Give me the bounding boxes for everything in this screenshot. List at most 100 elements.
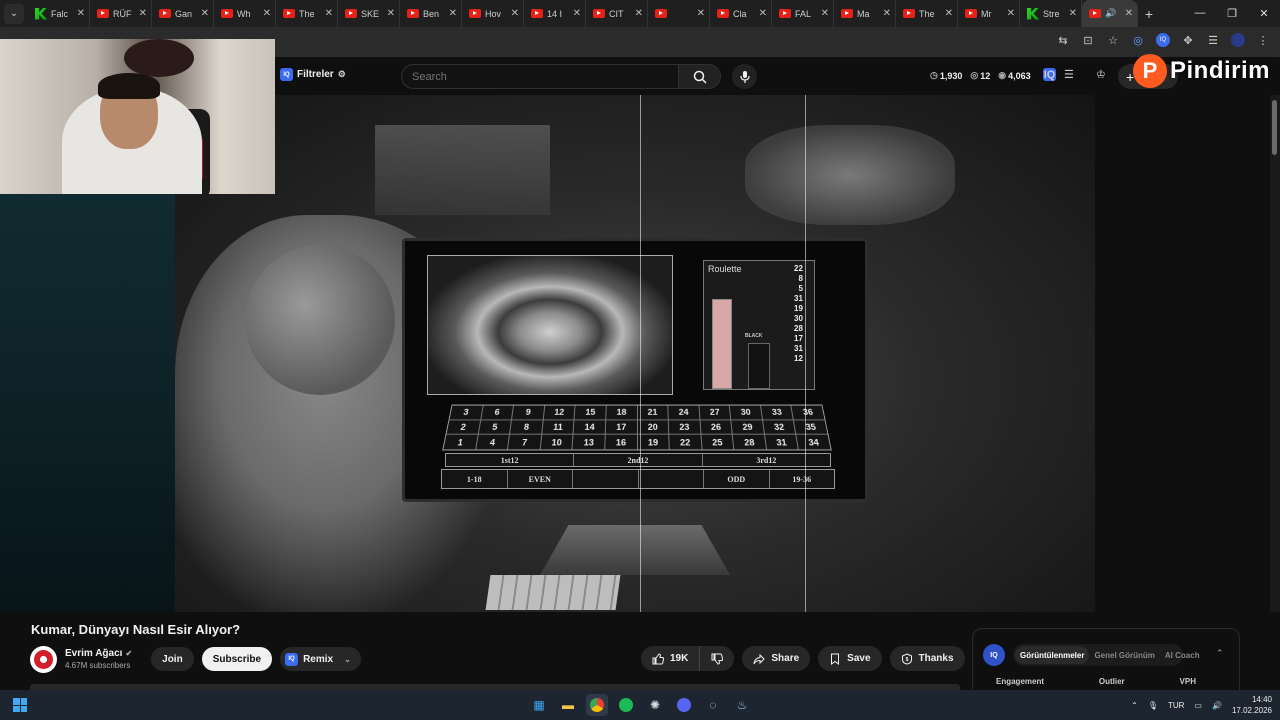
tab-close-icon[interactable]: ✕ xyxy=(201,8,209,19)
youtube-icon xyxy=(593,9,605,18)
tab-overview[interactable]: Genel Görünüm xyxy=(1089,651,1159,660)
translate-icon[interactable]: ⇆ xyxy=(1056,33,1070,47)
browser-tab[interactable]: Gan ✕ xyxy=(152,0,214,27)
browser-tab[interactable]: SKE ✕ xyxy=(338,0,400,27)
browser-tab[interactable]: Stre ✕ xyxy=(1020,0,1082,27)
subscribe-button[interactable]: Subscribe xyxy=(201,647,273,671)
microphone-icon xyxy=(739,70,750,83)
microphone-tray-icon[interactable]: 🎙 xyxy=(1148,701,1158,710)
table-number: 26 xyxy=(700,420,732,435)
tray-overflow-icon[interactable]: ⌃ xyxy=(1131,701,1138,710)
tab-close-icon[interactable]: ✕ xyxy=(511,8,519,19)
subscriber-count: 4.67M subscribers xyxy=(65,661,131,670)
file-explorer-icon[interactable]: ▬ xyxy=(557,694,579,716)
stat-item: ◎ 12 xyxy=(970,70,991,81)
browser-tab[interactable]: Ben ✕ xyxy=(400,0,462,27)
channel-name[interactable]: Evrim Ağacı xyxy=(65,648,122,659)
browser-tab[interactable]: Mr ✕ xyxy=(958,0,1020,27)
browser-tab[interactable]: RÜF ✕ xyxy=(90,0,152,27)
trophy-icon[interactable]: ♔ xyxy=(1096,68,1106,81)
page-scrollbar[interactable] xyxy=(1270,95,1280,612)
chevron-up-icon[interactable]: ⌃ xyxy=(1216,648,1224,659)
install-icon[interactable]: ⊡ xyxy=(1081,33,1095,47)
browser-tab[interactable]: Cla ✕ xyxy=(710,0,772,27)
channel-name-wrap[interactable]: Evrim Ağacı ✔ xyxy=(65,648,132,659)
dislike-button[interactable] xyxy=(699,646,734,671)
webcam-overlay xyxy=(0,39,275,194)
steam-icon[interactable]: ♨ xyxy=(731,694,753,716)
browser-tab[interactable]: The ✕ xyxy=(276,0,338,27)
network-icon[interactable]: ▭ xyxy=(1194,701,1202,710)
tab-close-icon[interactable]: ✕ xyxy=(759,8,767,19)
search-button[interactable] xyxy=(678,65,720,88)
minimize-button[interactable]: — xyxy=(1184,7,1216,20)
scrollbar-thumb[interactable] xyxy=(1272,100,1277,155)
close-window-button[interactable]: ✕ xyxy=(1248,7,1280,20)
overlay-line xyxy=(640,95,641,612)
browser-tab[interactable]: Wh ✕ xyxy=(214,0,276,27)
share-button[interactable]: Share xyxy=(742,646,811,671)
chrome-icon[interactable] xyxy=(586,694,608,716)
browser-tab[interactable]: Falc ✕ xyxy=(28,0,90,27)
speaker-icon[interactable]: 🔊 xyxy=(1105,8,1122,19)
profile-avatar[interactable] xyxy=(1231,33,1245,47)
vidiq-icon[interactable]: IQ xyxy=(1043,68,1056,81)
reading-list-icon[interactable]: ☰ xyxy=(1206,33,1220,47)
filters-button[interactable]: IQ Filtreler ⚙ xyxy=(280,68,346,81)
tab-ai-coach[interactable]: AI Coach xyxy=(1160,651,1205,660)
widgets-icon[interactable]: ▦ xyxy=(528,694,550,716)
browser-tab[interactable]: 14 I ✕ xyxy=(524,0,586,27)
tab-active[interactable]: 🔊 ✕ xyxy=(1082,0,1138,27)
extensions-puzzle-icon[interactable]: ✥ xyxy=(1181,33,1195,47)
table-number: 11 xyxy=(542,420,574,435)
tab-close-icon[interactable]: ✕ xyxy=(821,8,829,19)
tab-close-icon[interactable]: ✕ xyxy=(573,8,581,19)
vidiq-extension-icon[interactable]: IQ xyxy=(1156,33,1170,47)
tab-close-icon[interactable]: ✕ xyxy=(883,8,891,19)
voice-search-button[interactable] xyxy=(732,64,757,89)
windows-start-button[interactable] xyxy=(13,698,27,712)
tab-close-icon[interactable]: ✕ xyxy=(449,8,457,19)
tab-close-icon[interactable]: ✕ xyxy=(387,8,395,19)
tab-close-icon[interactable]: ✕ xyxy=(697,8,705,19)
join-button[interactable]: Join xyxy=(151,647,194,671)
tab-close-icon[interactable]: ✕ xyxy=(139,8,147,19)
tab-views[interactable]: Görüntülenmeler xyxy=(1015,646,1090,664)
video-player[interactable]: Roulette BLACK 22 8 5 31 19 30 28 17 31 12 3 6 9 12 1… xyxy=(175,95,1095,612)
spotify-icon[interactable] xyxy=(615,694,637,716)
browser-tab[interactable]: Ma ✕ xyxy=(834,0,896,27)
like-button[interactable]: 19K xyxy=(641,646,699,671)
list-icon[interactable]: ☰ xyxy=(1064,68,1074,81)
tab-close-icon[interactable]: ✕ xyxy=(77,8,85,19)
remix-button[interactable]: IQ Remix ⌄ xyxy=(280,647,361,671)
browser-tab[interactable]: Hov ✕ xyxy=(462,0,524,27)
discord-icon[interactable] xyxy=(673,694,695,716)
broadcast-icon[interactable]: ◎ xyxy=(1131,33,1145,47)
new-tab-button[interactable]: + xyxy=(1138,6,1160,22)
tab-close-icon[interactable]: ✕ xyxy=(1125,8,1133,19)
search-input[interactable] xyxy=(402,65,680,88)
tab-close-icon[interactable]: ✕ xyxy=(325,8,333,19)
github-icon[interactable]: ◌ xyxy=(702,694,724,716)
save-button[interactable]: Save xyxy=(818,646,882,671)
maximize-button[interactable]: ❐ xyxy=(1216,7,1248,20)
browser-tab[interactable]: FAL ✕ xyxy=(772,0,834,27)
browser-tab[interactable]: CIT ✕ xyxy=(586,0,648,27)
chatgpt-icon[interactable]: ✺ xyxy=(644,694,666,716)
clock[interactable]: 14:40 17.02.2026 xyxy=(1232,694,1272,716)
tab-search-button[interactable]: ⌄ xyxy=(4,3,24,24)
chevron-down-icon[interactable]: ⌄ xyxy=(344,655,351,664)
tab-close-icon[interactable]: ✕ xyxy=(1007,8,1015,19)
browser-tab[interactable]: ✕ xyxy=(648,0,710,27)
tab-close-icon[interactable]: ✕ xyxy=(945,8,953,19)
language-indicator[interactable]: TUR xyxy=(1168,701,1184,710)
thanks-button[interactable]: $ Thanks xyxy=(889,646,965,671)
tab-close-icon[interactable]: ✕ xyxy=(1069,8,1077,19)
browser-menu-icon[interactable]: ⋮ xyxy=(1256,33,1270,47)
tab-close-icon[interactable]: ✕ xyxy=(263,8,271,19)
channel-avatar[interactable] xyxy=(30,645,57,673)
browser-tab[interactable]: The ✕ xyxy=(896,0,958,27)
volume-icon[interactable]: 🔊 xyxy=(1212,701,1222,710)
bookmark-star-icon[interactable]: ☆ xyxy=(1106,33,1120,47)
tab-close-icon[interactable]: ✕ xyxy=(635,8,643,19)
